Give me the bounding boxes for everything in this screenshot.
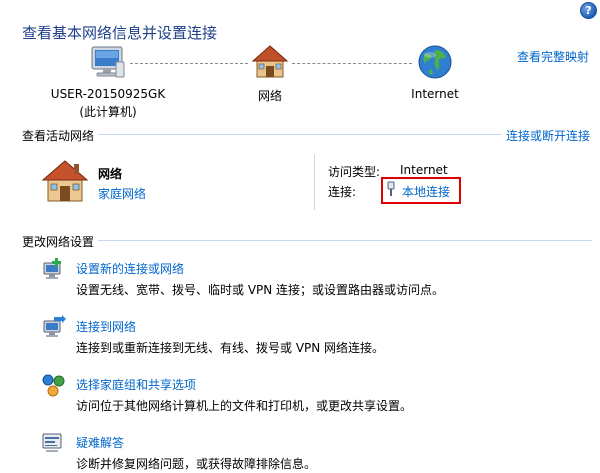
- homegroup-sharing-icon: [40, 372, 66, 398]
- home-network-icon: [40, 158, 90, 204]
- task-connect-network-link[interactable]: 连接到网络: [76, 318, 136, 335]
- network-info-divider: [314, 154, 315, 210]
- network-house-icon: [251, 44, 289, 80]
- page-title: 查看基本网络信息并设置连接: [22, 24, 218, 42]
- internet-label: Internet: [411, 87, 459, 101]
- connections-label: 连接:: [328, 185, 357, 199]
- active-network-name: 网络: [98, 167, 123, 181]
- computer-icon: [88, 44, 128, 82]
- troubleshoot-icon: [40, 430, 66, 456]
- task-troubleshoot-link[interactable]: 疑难解答: [76, 434, 124, 451]
- connect-network-icon: [40, 315, 66, 341]
- task-homegroup-desc: 访问位于其他网络计算机上的文件和打印机，或更改共享设置。: [76, 399, 413, 413]
- task-new-connection-desc: 设置无线、宽带、拨号、临时或 VPN 连接；或设置路由器或访问点。: [76, 283, 445, 297]
- network-label: 网络: [257, 89, 282, 103]
- change-settings-title: 更改网络设置: [22, 235, 95, 249]
- view-full-map-link[interactable]: 查看完整映射: [517, 48, 589, 65]
- task-homegroup-link[interactable]: 选择家庭组和共享选项: [76, 376, 196, 393]
- map-connector-1: [130, 63, 248, 64]
- task-troubleshoot-desc: 诊断并修复网络问题，或获得故障排除信息。: [76, 457, 317, 471]
- access-type-label: 访问类型:: [328, 165, 381, 179]
- internet-globe-icon: [417, 44, 453, 80]
- active-networks-divider: [98, 134, 502, 135]
- connect-disconnect-link[interactable]: 连接或断开连接: [506, 127, 590, 144]
- change-settings-divider: [98, 240, 592, 241]
- highlight-box: [381, 177, 461, 204]
- access-type-value: Internet: [400, 163, 448, 177]
- task-new-connection-link[interactable]: 设置新的连接或网络: [76, 260, 184, 277]
- network-type-link[interactable]: 家庭网络: [98, 185, 146, 202]
- help-icon[interactable]: ?: [580, 2, 597, 19]
- task-connect-network-desc: 连接到或重新连接到无线、有线、拨号或 VPN 网络连接。: [76, 341, 385, 355]
- map-connector-2: [292, 63, 412, 64]
- computer-sub: (此计算机): [79, 105, 137, 119]
- active-networks-title: 查看活动网络: [22, 129, 95, 143]
- new-connection-icon: [40, 257, 66, 283]
- computer-name: USER-20150925GK: [50, 87, 166, 101]
